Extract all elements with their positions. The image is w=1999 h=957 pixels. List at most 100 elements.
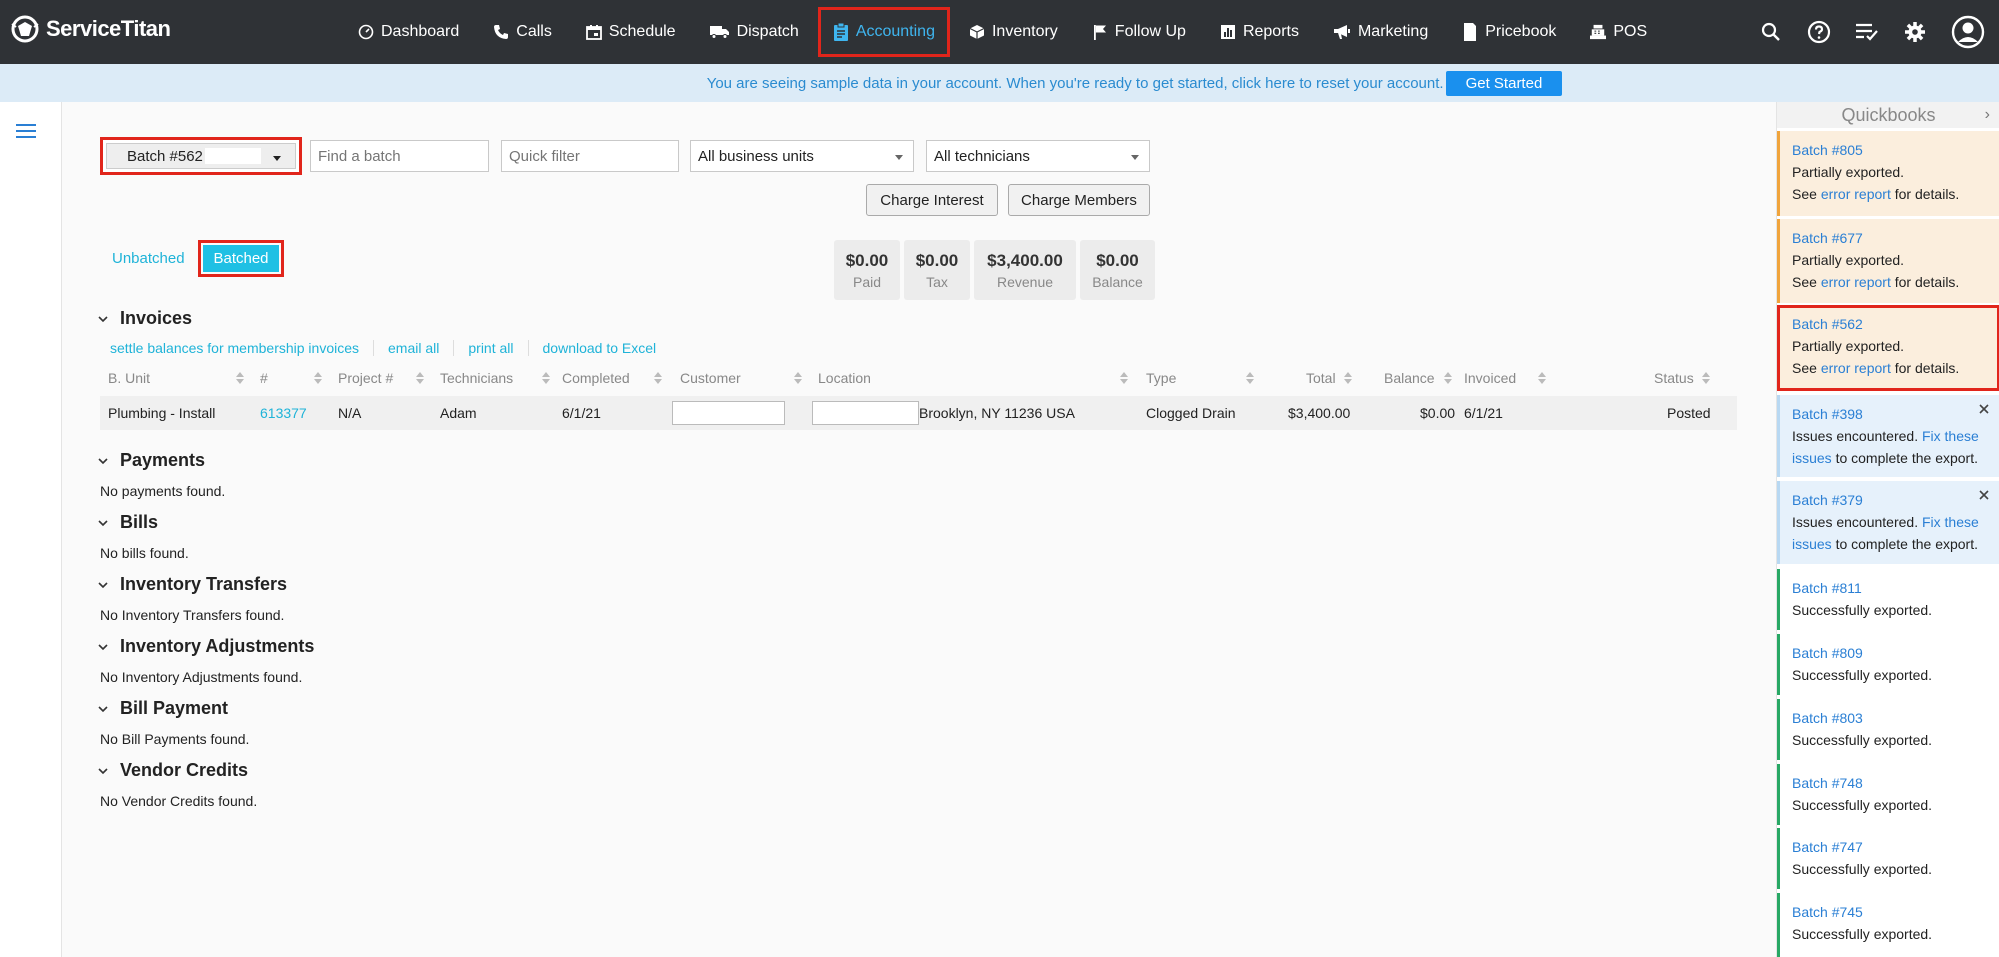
sort-icon[interactable] — [416, 372, 424, 384]
cell-status: Posted — [1667, 405, 1711, 421]
invoices-section-header[interactable]: Invoices — [98, 308, 192, 329]
vendor-credits-section-header[interactable]: Vendor Credits — [98, 760, 248, 781]
inventory-adjustments-section-header[interactable]: Inventory Adjustments — [98, 636, 314, 657]
chevron-down-icon — [98, 580, 108, 590]
col-status[interactable]: Status — [1654, 370, 1694, 386]
settle-balances-link[interactable]: settle balances for membership invoices — [110, 340, 375, 356]
chevron-down-icon — [98, 518, 108, 528]
nav-follow-up[interactable]: Follow Up — [1077, 10, 1201, 54]
batch-link[interactable]: Batch #809 — [1792, 642, 1990, 664]
batch-dropdown[interactable]: Batch #562 — [100, 137, 302, 175]
summary-balance: $0.00 Balance — [1080, 240, 1155, 300]
unbatched-toggle[interactable]: Unbatched — [112, 250, 185, 267]
box-icon — [969, 24, 985, 40]
nav-calls[interactable]: Calls — [478, 10, 567, 54]
col-customer[interactable]: Customer — [680, 370, 741, 386]
get-started-button[interactable]: Get Started — [1445, 70, 1563, 96]
redacted-location — [812, 401, 919, 425]
batch-link[interactable]: Batch #562 — [1792, 313, 1987, 335]
tasks-icon[interactable] — [1855, 20, 1879, 44]
batch-card: Batch #748 Successfully exported. — [1777, 764, 1999, 825]
bill-payment-section-header[interactable]: Bill Payment — [98, 698, 228, 719]
col-completed[interactable]: Completed — [562, 370, 630, 386]
table-row[interactable]: Plumbing - Install 613377 N/A Adam 6/1/2… — [100, 396, 1737, 430]
batch-card: Batch #379 Issues encountered. Fix these… — [1777, 481, 1999, 564]
servicetitan-logo[interactable]: ServiceTitan — [10, 14, 171, 44]
col-type[interactable]: Type — [1146, 370, 1176, 386]
batch-link[interactable]: Batch #398 — [1792, 403, 1990, 425]
col-balance[interactable]: Balance — [1384, 370, 1435, 386]
sort-icon[interactable] — [1344, 372, 1352, 384]
bill-payment-empty-text: No Bill Payments found. — [100, 731, 250, 747]
bar-chart-icon — [1220, 24, 1236, 40]
business-units-select[interactable]: All business units — [690, 140, 914, 172]
sort-icon[interactable] — [654, 372, 662, 384]
batched-toggle[interactable]: Batched — [198, 240, 284, 277]
cell-invoiced: 6/1/21 — [1464, 405, 1503, 421]
inventory-transfers-section-header[interactable]: Inventory Transfers — [98, 574, 287, 595]
sort-icon[interactable] — [1120, 372, 1128, 384]
print-all-link[interactable]: print all — [454, 340, 529, 356]
invoice-number-link[interactable]: 613377 — [260, 405, 307, 421]
batch-link[interactable]: Batch #748 — [1792, 772, 1990, 794]
batch-link[interactable]: Batch #379 — [1792, 489, 1990, 511]
charge-interest-button[interactable]: Charge Interest — [866, 184, 998, 216]
col-total[interactable]: Total — [1306, 370, 1336, 386]
sort-icon[interactable] — [1538, 372, 1546, 384]
nav-dispatch[interactable]: Dispatch — [695, 10, 814, 54]
sort-icon[interactable] — [1444, 372, 1452, 384]
bills-section-header[interactable]: Bills — [98, 512, 158, 533]
error-report-link[interactable]: error report — [1821, 360, 1891, 376]
col-invoiced[interactable]: Invoiced — [1464, 370, 1516, 386]
chevron-down-icon — [98, 642, 108, 652]
col-technicians[interactable]: Technicians — [440, 370, 513, 386]
sort-icon[interactable] — [542, 372, 550, 384]
error-report-link[interactable]: error report — [1821, 186, 1891, 202]
nav-inventory[interactable]: Inventory — [954, 10, 1073, 54]
nav-marketing[interactable]: Marketing — [1318, 10, 1443, 54]
gear-icon[interactable] — [1903, 20, 1927, 44]
sort-icon[interactable] — [236, 372, 244, 384]
col-location[interactable]: Location — [818, 370, 871, 386]
sort-icon[interactable] — [1246, 372, 1254, 384]
col-project[interactable]: Project # — [338, 370, 393, 386]
error-report-link[interactable]: error report — [1821, 274, 1891, 290]
caret-down-icon — [895, 155, 903, 160]
left-sidebar — [0, 102, 62, 957]
col-b-unit[interactable]: B. Unit — [108, 370, 150, 386]
nav-pos[interactable]: POS — [1575, 10, 1662, 54]
email-all-link[interactable]: email all — [374, 340, 455, 356]
search-icon[interactable] — [1759, 20, 1783, 44]
batch-link[interactable]: Batch #677 — [1792, 227, 1990, 249]
download-excel-link[interactable]: download to Excel — [529, 340, 671, 356]
sort-icon[interactable] — [314, 372, 322, 384]
payments-section-header[interactable]: Payments — [98, 450, 205, 471]
charge-members-button[interactable]: Charge Members — [1008, 184, 1150, 216]
batch-link[interactable]: Batch #745 — [1792, 901, 1990, 923]
titan-logo-icon — [11, 15, 39, 43]
menu-icon[interactable] — [16, 124, 36, 140]
nav-schedule[interactable]: Schedule — [571, 10, 691, 54]
find-batch-input[interactable] — [310, 140, 489, 172]
batch-link[interactable]: Batch #803 — [1792, 707, 1990, 729]
sort-icon[interactable] — [1702, 372, 1710, 384]
chevron-right-icon[interactable]: › — [1985, 102, 1990, 128]
batch-link[interactable]: Batch #811 — [1792, 577, 1990, 599]
nav-accounting[interactable]: Accounting — [817, 7, 950, 57]
nav-dashboard[interactable]: Dashboard — [343, 10, 474, 54]
user-avatar-icon[interactable] — [1951, 15, 1985, 49]
col-number[interactable]: # — [260, 370, 268, 386]
batch-link[interactable]: Batch #747 — [1792, 836, 1990, 858]
nav-pricebook[interactable]: Pricebook — [1447, 10, 1571, 54]
nav-reports[interactable]: Reports — [1205, 10, 1314, 54]
quick-filter-input[interactable] — [501, 140, 679, 172]
close-icon[interactable] — [1978, 489, 1990, 501]
batch-link[interactable]: Batch #805 — [1792, 139, 1990, 161]
technicians-select[interactable]: All technicians — [926, 140, 1150, 172]
sort-icon[interactable] — [794, 372, 802, 384]
cell-technician: Adam — [440, 405, 477, 421]
help-icon[interactable] — [1807, 20, 1831, 44]
banner-message[interactable]: You are seeing sample data in your accou… — [707, 75, 1444, 92]
close-icon[interactable] — [1978, 403, 1990, 415]
inventory-adjustments-empty-text: No Inventory Adjustments found. — [100, 669, 303, 685]
